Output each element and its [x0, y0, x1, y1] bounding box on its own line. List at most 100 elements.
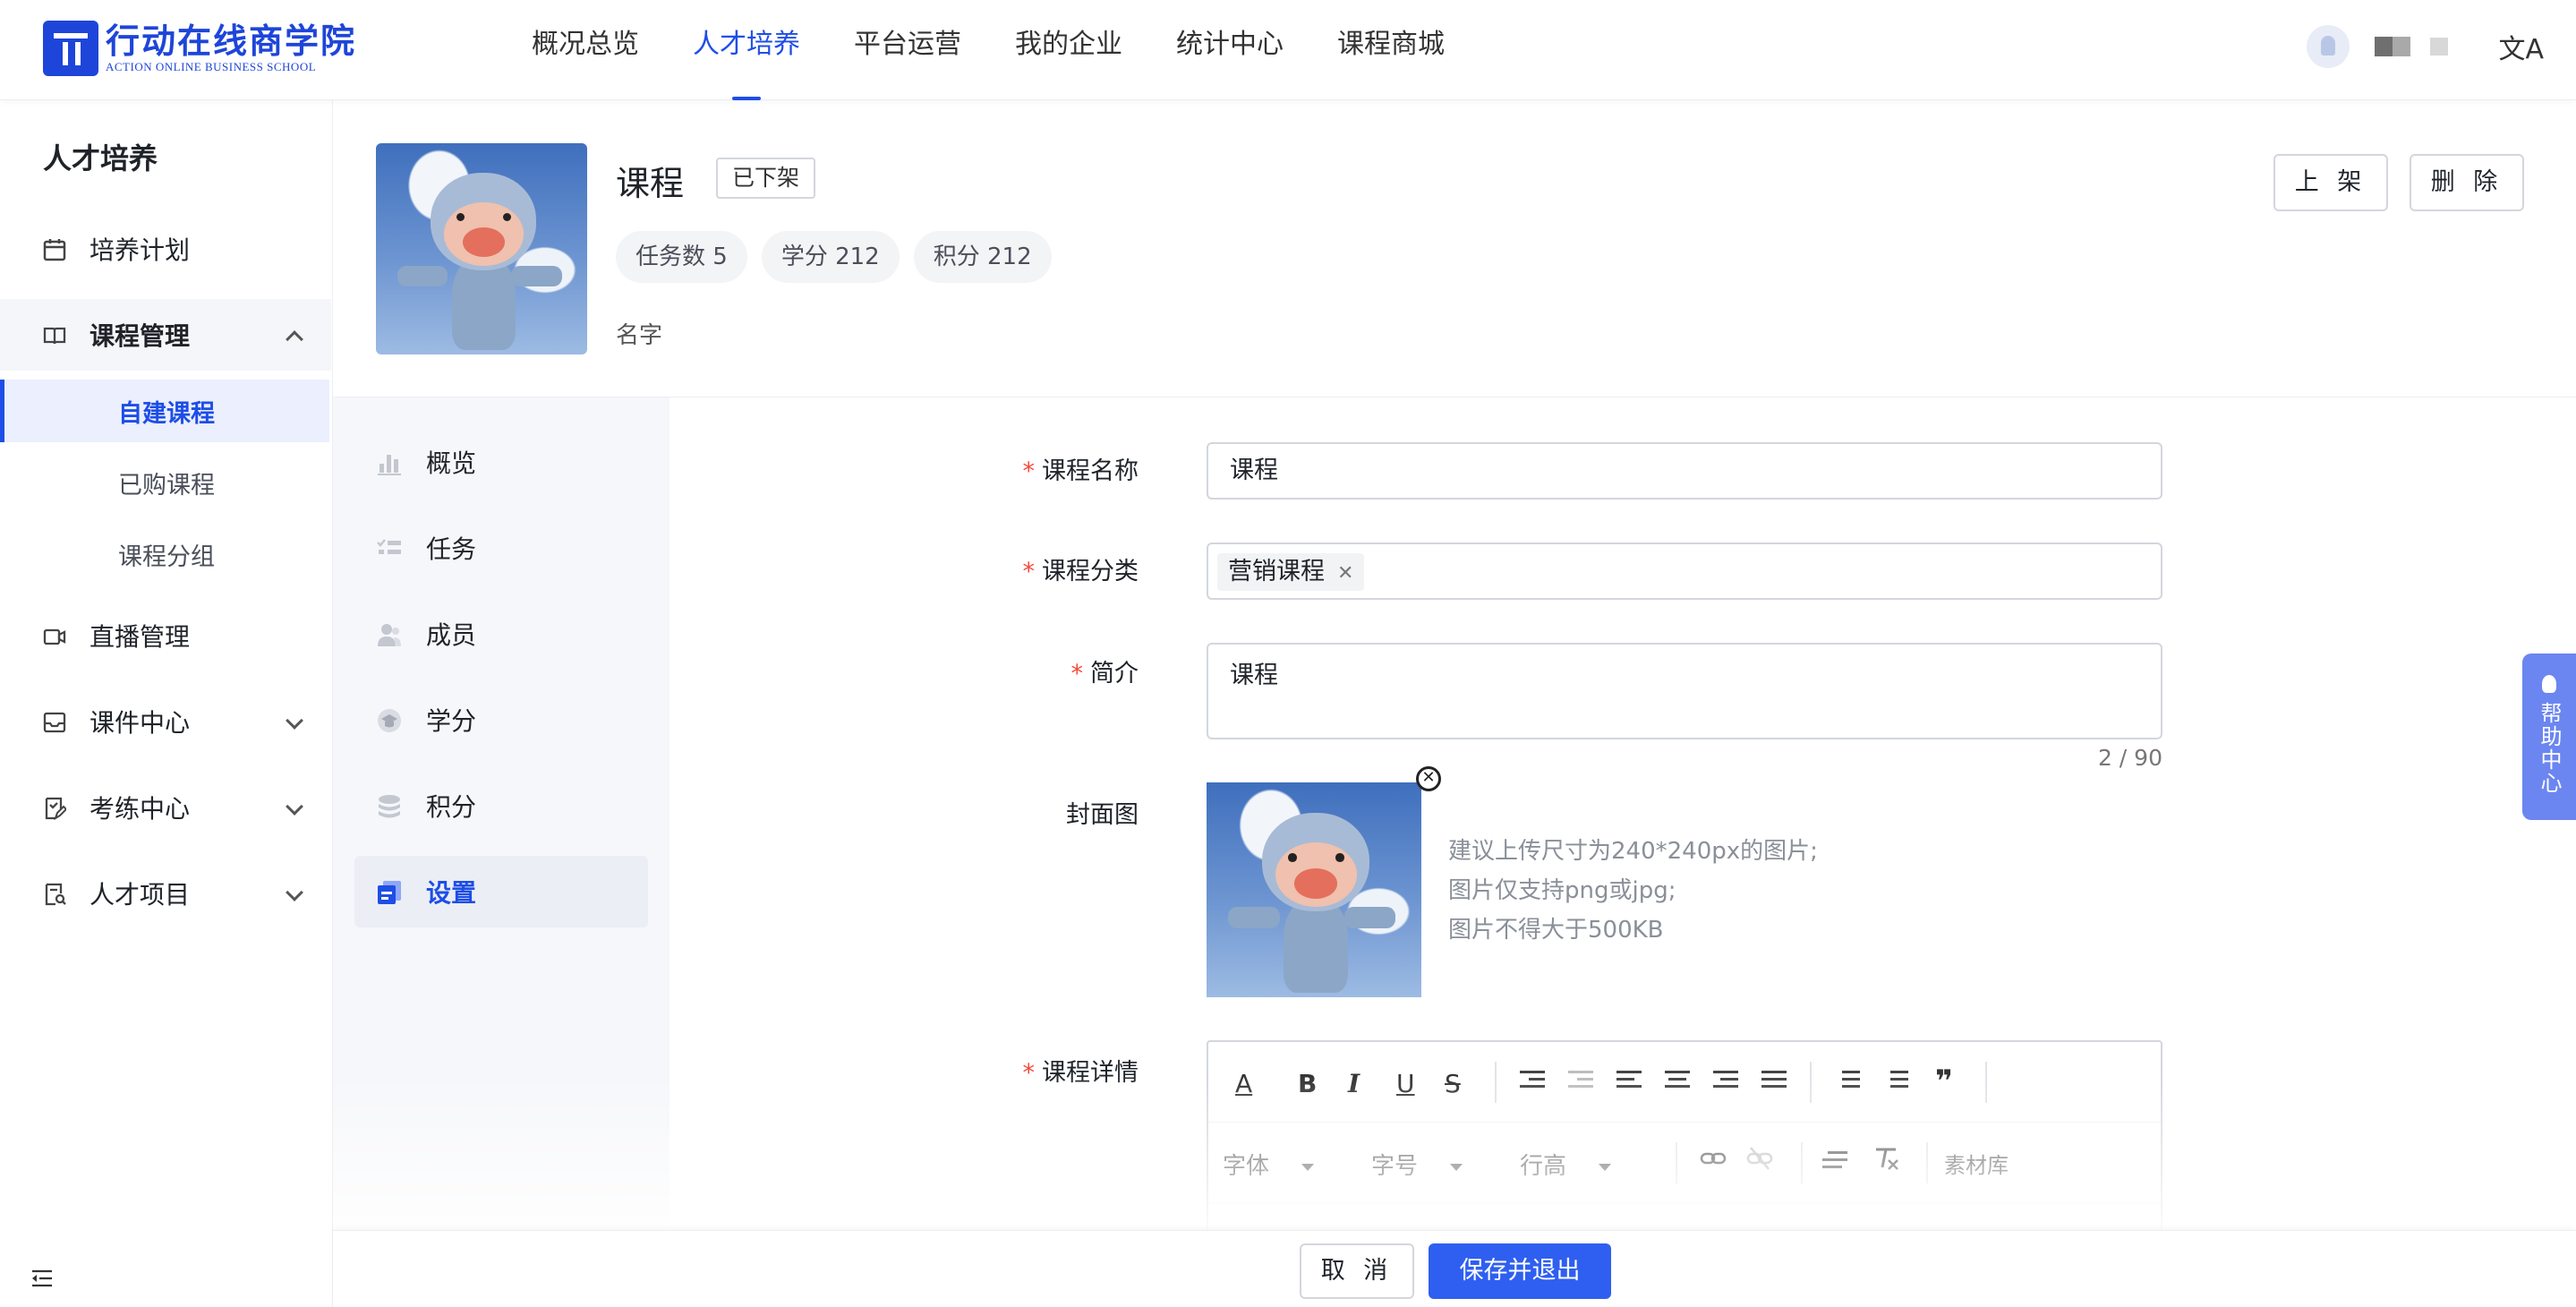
sidebar-item-label: 课程管理	[90, 321, 191, 351]
sidebar-item-plan[interactable]: 培养计划	[0, 213, 331, 285]
cover-hint-filesize: 图片不得大于500KB	[1448, 917, 1664, 944]
subnav-label: 学分	[426, 706, 477, 736]
sidebar-sub-purchased[interactable]: 已购课程	[0, 451, 329, 514]
logo[interactable]: 行动在线商学院 ACTION ONLINE BUSINESS SCHOOL	[43, 20, 356, 77]
nav-item-statistics[interactable]: 统计中心	[1176, 0, 1284, 100]
collapse-sidebar-icon[interactable]	[30, 1269, 54, 1287]
clear-format-icon[interactable]	[1872, 1144, 1901, 1179]
chevron-down-icon	[286, 712, 303, 730]
subnav-settings[interactable]: 设置	[354, 856, 648, 927]
font-family-select[interactable]: 字体	[1223, 1148, 1315, 1181]
underline-icon[interactable]: U	[1396, 1069, 1415, 1098]
company-redacted[interactable]	[2430, 38, 2449, 56]
stat-tag-credits: 学分 212	[761, 231, 900, 283]
category-select[interactable]: 营销课程 ✕	[1207, 542, 2162, 600]
top-nav: 概况总览 人才培养 平台运营 我的企业 统计中心 课程商城	[532, 0, 1498, 100]
sidebar-item-label: 考练中心	[90, 794, 191, 824]
subnav-members[interactable]: 成员	[354, 598, 648, 670]
course-name-label: * 课程名称	[1022, 457, 1139, 485]
cover-label: 封面图	[1066, 801, 1139, 829]
status-badge: 已下架	[716, 158, 816, 199]
stat-tag-points: 积分 212	[913, 231, 1052, 283]
line-height-select[interactable]: 行高	[1520, 1148, 1612, 1181]
subnav-credits[interactable]: 学分	[354, 684, 648, 756]
translate-icon[interactable]: 文A	[2498, 27, 2544, 66]
course-title: 课程	[616, 164, 685, 203]
category-chip: 营销课程 ✕	[1217, 553, 1365, 591]
unlink-icon[interactable]	[1745, 1144, 1774, 1179]
inbox-icon	[43, 711, 66, 734]
course-name-input[interactable]: 课程	[1207, 442, 2162, 500]
delete-button[interactable]: 删 除	[2410, 154, 2524, 211]
align-right-icon[interactable]	[1713, 1071, 1738, 1092]
sidebar-sub-groups[interactable]: 课程分组	[0, 523, 329, 585]
username-redacted[interactable]	[2375, 37, 2411, 56]
sidebar-item-exam[interactable]: 考练中心	[0, 772, 331, 843]
material-library-button[interactable]: 素材库	[1944, 1148, 2009, 1179]
nav-item-talent[interactable]: 人才培养	[693, 0, 800, 100]
chevron-up-icon	[286, 330, 303, 348]
cover-image-preview[interactable]	[1207, 782, 1421, 997]
subnav-label: 成员	[426, 620, 477, 650]
detail-label: * 课程详情	[1022, 1059, 1139, 1087]
intro-label: * 简介	[1070, 660, 1139, 688]
intro-char-counter: 2 / 90	[2097, 745, 2162, 771]
course-header: 课程 已下架 任务数 5 学分 212 积分 212 名字 上 架 删 除	[333, 100, 2576, 397]
nav-item-enterprise[interactable]: 我的企业	[1015, 0, 1122, 100]
user-avatar-icon[interactable]	[2307, 25, 2350, 68]
subnav-overview[interactable]: 概览	[354, 426, 648, 498]
nav-item-store[interactable]: 课程商城	[1337, 0, 1445, 100]
strikethrough-icon[interactable]: S	[1445, 1069, 1461, 1098]
align-center-icon[interactable]	[1665, 1071, 1690, 1092]
sidebar-item-course-mgmt[interactable]: 课程管理	[0, 299, 331, 371]
subnav-label: 设置	[426, 878, 477, 908]
stat-tag-tasks: 任务数 5	[616, 231, 747, 283]
nav-item-overview[interactable]: 概况总览	[532, 0, 639, 100]
nav-item-operation[interactable]: 平台运营	[854, 0, 961, 100]
video-icon	[43, 625, 66, 648]
subnav-tasks[interactable]: 任务	[354, 512, 648, 584]
sidebar-item-live[interactable]: 直播管理	[0, 600, 331, 671]
font-size-select[interactable]: 字号	[1371, 1148, 1463, 1181]
course-subnav: 概览 任务 成员 学分 积分 设置	[333, 397, 670, 1230]
numbered-list-icon[interactable]	[1883, 1071, 1908, 1092]
cover-hint-format: 图片仅支持png或jpg;	[1448, 877, 1676, 904]
outdent-icon[interactable]	[1568, 1071, 1593, 1092]
bold-icon[interactable]: B	[1298, 1069, 1317, 1098]
help-center-label: 帮助中心	[2537, 702, 2562, 795]
italic-icon[interactable]: I	[1348, 1069, 1360, 1098]
align-justify-icon[interactable]	[1761, 1071, 1787, 1092]
coins-icon	[376, 793, 403, 820]
sidebar-item-label: 培养计划	[90, 235, 191, 265]
save-and-exit-button[interactable]: 保存并退出	[1429, 1243, 1611, 1299]
publish-button[interactable]: 上 架	[2273, 154, 2388, 211]
sidebar-item-courseware[interactable]: 课件中心	[0, 686, 331, 757]
project-icon	[43, 883, 66, 906]
logo-title: 行动在线商学院	[106, 21, 357, 61]
indent-icon[interactable]	[1520, 1071, 1545, 1092]
subnav-points[interactable]: 积分	[354, 770, 648, 841]
action-footer: 取 消 保存并退出	[333, 1230, 2576, 1307]
remove-cover-icon[interactable]: ✕	[1416, 766, 1441, 791]
paragraph-format-icon[interactable]	[1822, 1151, 1847, 1173]
sidebar-item-talent-project[interactable]: 人才项目	[0, 858, 331, 929]
link-icon[interactable]	[1699, 1144, 1727, 1179]
header-actions: 文A	[2307, 25, 2544, 68]
sidebar-item-label: 课件中心	[90, 708, 191, 738]
align-left-icon[interactable]	[1616, 1071, 1642, 1092]
sidebar-sub-self-built[interactable]: 自建课程	[0, 380, 329, 442]
top-header: 行动在线商学院 ACTION ONLINE BUSINESS SCHOOL 概况…	[0, 0, 2576, 100]
blockquote-icon[interactable]: ❞	[1935, 1064, 1953, 1099]
sidebar-title: 人才培养	[43, 141, 158, 175]
cancel-button[interactable]: 取 消	[1300, 1243, 1414, 1299]
exam-icon	[43, 797, 68, 821]
members-icon	[376, 621, 403, 648]
text-color-icon[interactable]: A	[1235, 1069, 1252, 1098]
intro-textarea[interactable]: 课程	[1207, 643, 2162, 739]
settings-doc-icon	[376, 879, 403, 906]
help-center-tab[interactable]: 帮助中心	[2522, 654, 2576, 820]
course-cover-image	[376, 143, 587, 355]
chip-close-icon[interactable]: ✕	[1337, 562, 1353, 585]
bullet-list-icon[interactable]	[1835, 1071, 1860, 1092]
category-label: * 课程分类	[1022, 558, 1139, 585]
